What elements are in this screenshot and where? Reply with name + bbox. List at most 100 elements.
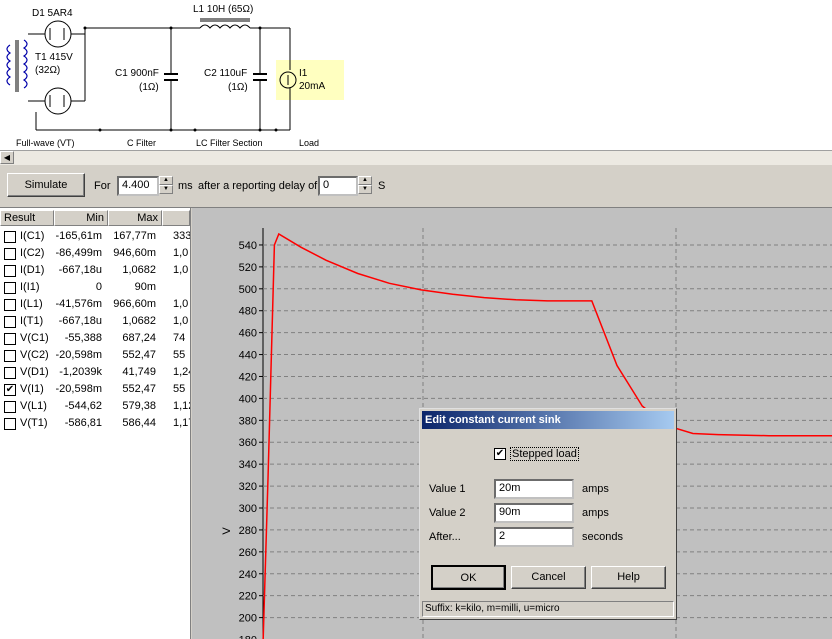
row-min: -667,18u xyxy=(58,315,102,327)
value2-input[interactable]: 90m xyxy=(494,503,574,523)
delay-input[interactable]: 0 xyxy=(318,176,358,196)
row-checkbox[interactable] xyxy=(4,367,16,379)
row-name: I(D1) xyxy=(20,264,45,276)
row-max: 586,44 xyxy=(122,417,156,429)
simulation-toolbar: Simulate For 4.400 ▲ ▼ ms after a reporti… xyxy=(0,165,832,208)
row-name: I(C2) xyxy=(20,247,45,259)
table-row[interactable]: V(C2) -20,598m 552,47 55 xyxy=(0,347,190,364)
row-name: V(L1) xyxy=(20,400,47,412)
row-checkbox[interactable] xyxy=(4,299,16,311)
table-row[interactable]: V(T1) -586,81 586,44 1,17 xyxy=(0,415,190,432)
y-tick-label: 500 xyxy=(239,284,257,296)
simulate-button[interactable]: Simulate xyxy=(7,173,85,197)
stepped-load-label[interactable]: Stepped load xyxy=(510,447,579,461)
row-max: 552,47 xyxy=(122,349,156,361)
table-row[interactable]: I(C2) -86,499m 946,60m 1,0 xyxy=(0,245,190,262)
row-checkbox[interactable] xyxy=(4,231,16,243)
row-extra: 55 xyxy=(173,383,186,395)
section-c-filter: C Filter xyxy=(127,138,156,148)
row-min: -20,598m xyxy=(55,349,102,361)
y-tick-label: 200 xyxy=(239,613,257,625)
after-label: After... xyxy=(429,531,461,543)
row-checkbox[interactable] xyxy=(4,282,16,294)
d1-label: D1 5AR4 xyxy=(32,8,73,19)
duration-input[interactable]: 4.400 xyxy=(117,176,159,196)
row-extra: 1,0 xyxy=(173,315,189,327)
y-tick-label: 220 xyxy=(239,591,257,603)
spin-up-icon[interactable]: ▲ xyxy=(358,176,372,185)
spin-up-icon[interactable]: ▲ xyxy=(159,176,173,185)
cancel-button[interactable]: Cancel xyxy=(511,566,586,589)
spin-down-icon[interactable]: ▼ xyxy=(159,185,173,194)
table-row[interactable]: ✔ V(I1) -20,598m 552,47 55 xyxy=(0,381,190,398)
y-tick-label: 180 xyxy=(239,635,257,639)
y-tick-label: 540 xyxy=(239,240,257,252)
y-axis-label: V xyxy=(221,527,233,535)
y-tick-label: 300 xyxy=(239,503,257,515)
row-extra: 333, xyxy=(173,230,191,242)
duration-spinner[interactable]: ▲ ▼ xyxy=(159,176,173,194)
row-checkbox[interactable] xyxy=(4,401,16,413)
y-tick-label: 240 xyxy=(239,569,257,581)
horizontal-scrollbar[interactable]: ◀ xyxy=(0,150,832,165)
table-row[interactable]: I(I1) 0 90m xyxy=(0,279,190,296)
table-row[interactable]: V(L1) -544,62 579,38 1,12 xyxy=(0,398,190,415)
row-max: 41,749 xyxy=(122,366,156,378)
column-header-min[interactable]: Min xyxy=(54,210,108,226)
y-tick-label: 360 xyxy=(239,437,257,449)
row-name: V(D1) xyxy=(20,366,49,378)
spin-down-icon[interactable]: ▼ xyxy=(358,185,372,194)
row-checkbox[interactable] xyxy=(4,350,16,362)
row-name: V(C2) xyxy=(20,349,49,361)
c2-resistance: (1Ω) xyxy=(228,82,248,93)
delay-spinner[interactable]: ▲ ▼ xyxy=(358,176,372,194)
scroll-left-icon[interactable]: ◀ xyxy=(0,151,14,164)
section-fullwave: Full-wave (VT) xyxy=(16,138,75,148)
row-min: -20,598m xyxy=(55,383,102,395)
table-row[interactable]: I(C1) -165,61m 167,77m 333, xyxy=(0,228,190,245)
row-checkbox[interactable] xyxy=(4,265,16,277)
row-name: V(I1) xyxy=(20,383,44,395)
row-max: 966,60m xyxy=(113,298,156,310)
row-checkbox[interactable] xyxy=(4,248,16,260)
row-name: I(T1) xyxy=(20,315,44,327)
row-checkbox[interactable] xyxy=(4,418,16,430)
help-button[interactable]: Help xyxy=(591,566,666,589)
row-name: I(I1) xyxy=(20,281,40,293)
stepped-load-checkbox[interactable]: ✔ xyxy=(494,448,506,460)
table-row[interactable]: I(T1) -667,18u 1,0682 1,0 xyxy=(0,313,190,330)
row-extra: 1,24 xyxy=(173,366,190,378)
row-max: 579,38 xyxy=(122,400,156,412)
row-checkbox[interactable] xyxy=(4,333,16,345)
dialog-title: Edit constant current sink xyxy=(422,411,674,429)
edit-current-sink-dialog: Edit constant current sink ✔ Stepped loa… xyxy=(419,408,677,620)
after-input[interactable]: 2 xyxy=(494,527,574,547)
value2-unit: amps xyxy=(582,507,609,519)
section-load: Load xyxy=(299,138,320,148)
y-tick-label: 280 xyxy=(239,525,257,537)
table-row[interactable]: I(L1) -41,576m 966,60m 1,0 xyxy=(0,296,190,313)
column-header-extra[interactable] xyxy=(162,210,190,226)
row-min: -667,18u xyxy=(58,264,102,276)
results-list[interactable]: Result Min Max I(C1)-165,61m167,77m333,I… xyxy=(0,208,191,639)
y-tick-label: 400 xyxy=(239,393,257,405)
section-lc-filter: LC Filter Section xyxy=(196,138,263,148)
value1-input[interactable]: 20m xyxy=(494,479,574,499)
row-name: V(C1) xyxy=(20,332,49,344)
table-row[interactable]: I(D1) -667,18u 1,0682 1,0 xyxy=(0,262,190,279)
column-header-result[interactable]: Result xyxy=(0,210,54,226)
table-row[interactable]: V(C1) -55,388 687,24 74 xyxy=(0,330,190,347)
table-row[interactable]: V(D1) -1,2039k 41,749 1,24 xyxy=(0,364,190,381)
row-checkbox[interactable] xyxy=(4,316,16,328)
schematic-canvas[interactable]: D1 5AR4 L1 10H (65Ω) T1 415V (32Ω) C1 90… xyxy=(0,0,832,150)
row-checkbox[interactable]: ✔ xyxy=(4,384,16,396)
row-max: 552,47 xyxy=(122,383,156,395)
c1-label: C1 900nF xyxy=(115,68,159,79)
i1-value: 20mA xyxy=(299,81,326,92)
ok-button[interactable]: OK xyxy=(431,565,506,590)
y-tick-label: 440 xyxy=(239,350,257,362)
duration-unit: ms xyxy=(178,180,193,192)
row-min: -1,2039k xyxy=(59,366,102,378)
delay-unit: S xyxy=(378,180,386,192)
column-header-max[interactable]: Max xyxy=(108,210,162,226)
